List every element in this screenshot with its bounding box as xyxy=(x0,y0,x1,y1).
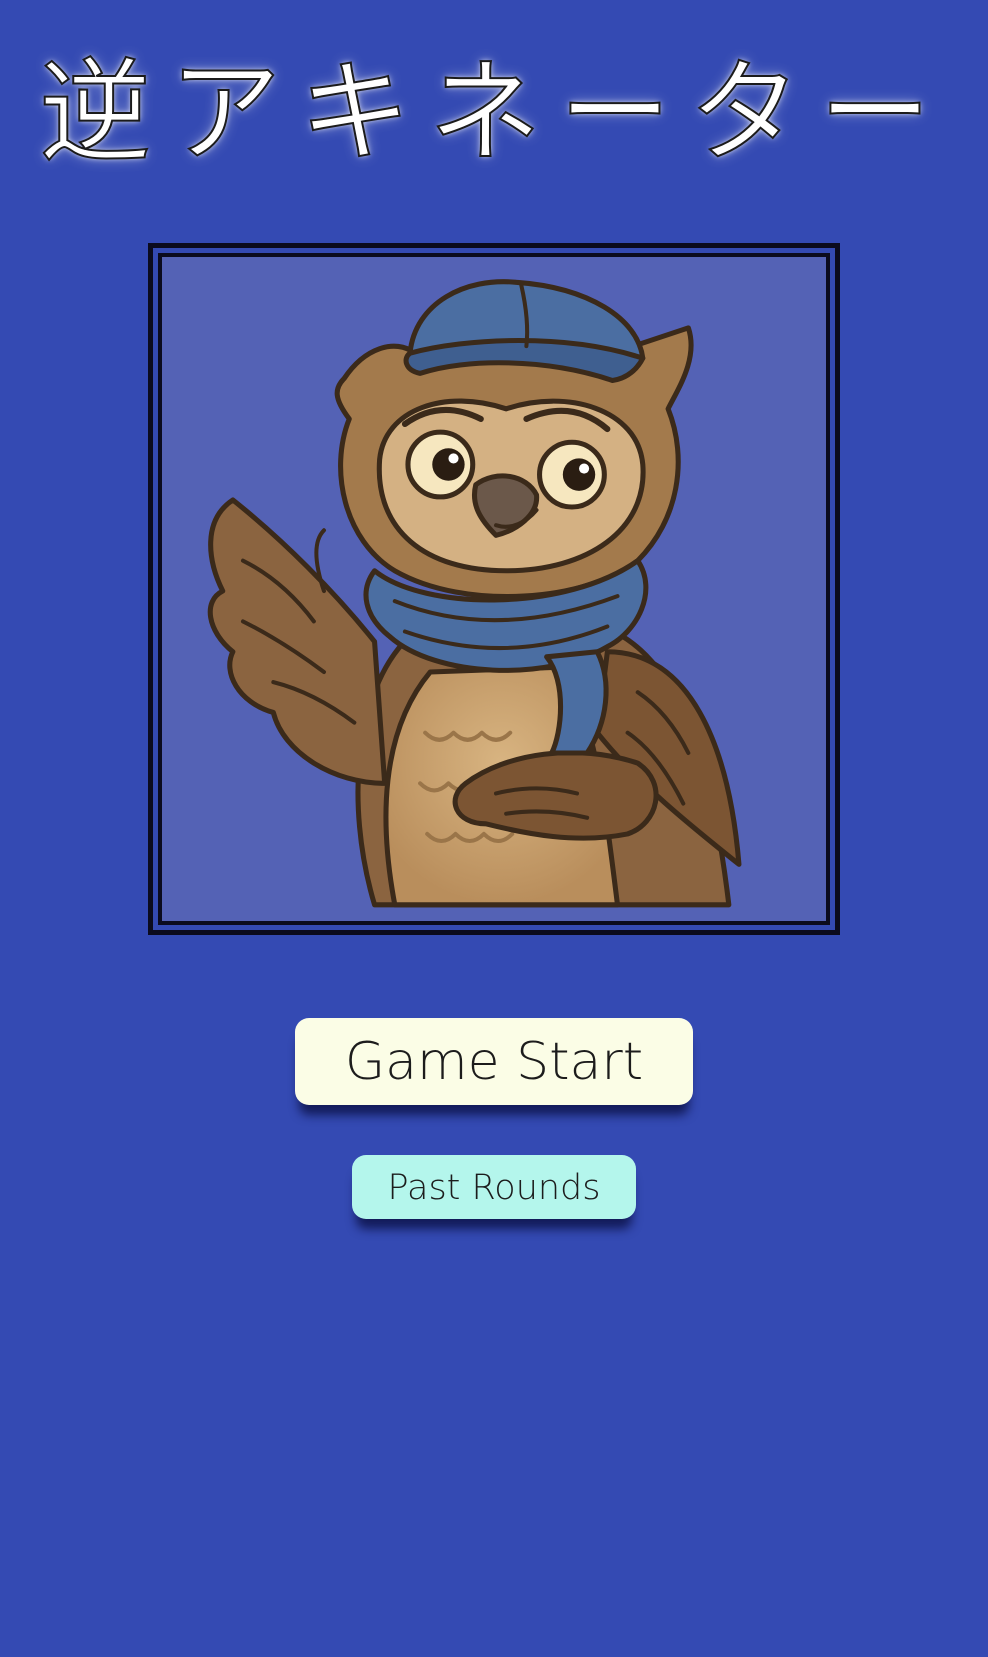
mascot-image xyxy=(158,253,830,925)
app-title: 逆アキネーター xyxy=(38,47,949,179)
owl-icon xyxy=(162,257,826,921)
mascot-frame xyxy=(148,243,840,935)
past-rounds-button[interactable]: Past Rounds xyxy=(352,1155,636,1219)
game-start-button[interactable]: Game Start xyxy=(295,1018,693,1105)
